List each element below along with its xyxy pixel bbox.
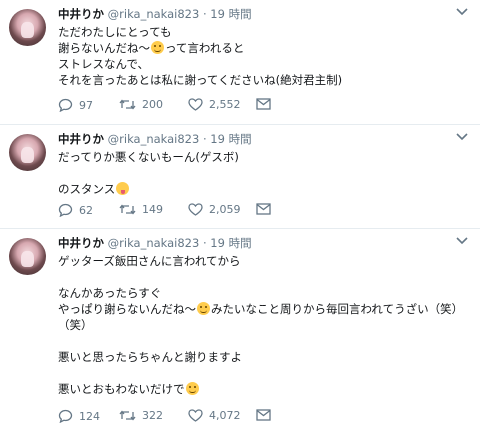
tweet-line: ストレスなんで、 bbox=[58, 57, 149, 71]
tweet-header: 中井りか @rika_nakai823 · 19 時間 bbox=[58, 131, 252, 147]
chevron-down-icon[interactable] bbox=[454, 131, 470, 143]
tweet-line: （笑） bbox=[58, 318, 93, 332]
user-name[interactable]: 中井りか bbox=[58, 236, 104, 250]
retweet-count: 149 bbox=[142, 203, 163, 216]
heart-icon bbox=[188, 98, 203, 111]
tweet-text: ただわたしにとっても 謝らないんだね〜 って言われると ストレスなんで、 それを言… bbox=[58, 24, 342, 88]
reply-icon bbox=[58, 203, 73, 217]
thinking-face-emoji-icon bbox=[151, 41, 164, 54]
tweet-line: ただわたしにとっても bbox=[58, 25, 172, 39]
tweet[interactable]: 中井りか @rika_nakai823 · 19 時間 だってりか悪くないもーん… bbox=[0, 125, 480, 229]
reply-icon bbox=[58, 98, 73, 112]
tweet-line: 悪いとおもわないだけで bbox=[58, 382, 185, 396]
avatar[interactable] bbox=[9, 9, 46, 46]
reply-icon bbox=[58, 409, 73, 423]
tweet-line: やっぱり謝らないんだね〜 bbox=[58, 302, 196, 316]
user-name[interactable]: 中井りか bbox=[58, 7, 104, 21]
like-count: 2,059 bbox=[209, 203, 241, 216]
tweet-line: 謝らないんだね〜 bbox=[58, 41, 150, 55]
reply-button[interactable]: 124 bbox=[58, 409, 100, 423]
avatar[interactable] bbox=[9, 134, 46, 171]
retweet-button[interactable]: 200 bbox=[119, 98, 163, 111]
tweet-text: だってりか悪くないもーん(ゲスボ) のスタンス bbox=[58, 149, 239, 197]
tweet-line: って言われると bbox=[165, 41, 245, 55]
direct-message-button[interactable] bbox=[256, 98, 271, 110]
tweet-line: みたいなこと周りから毎回言われてうざい（笑） bbox=[211, 302, 464, 316]
retweet-count: 200 bbox=[142, 98, 163, 111]
envelope-icon bbox=[256, 203, 271, 215]
envelope-icon bbox=[256, 409, 271, 421]
retweet-icon bbox=[119, 410, 136, 421]
retweet-button[interactable]: 149 bbox=[119, 203, 163, 216]
user-handle[interactable]: @rika_nakai823 bbox=[108, 236, 200, 250]
retweet-count: 322 bbox=[142, 409, 163, 422]
retweet-icon bbox=[119, 99, 136, 110]
separator-dot: · bbox=[202, 236, 207, 250]
tweet-line: だってりか悪くないもーん(ゲスボ) bbox=[58, 150, 239, 164]
like-count: 2,552 bbox=[209, 98, 241, 111]
heart-icon bbox=[188, 409, 203, 422]
tweet-text: ゲッターズ飯田さんに言われてから なんかあったらすぐ やっぱり謝らないんだね〜 み… bbox=[58, 253, 463, 397]
reply-button[interactable]: 97 bbox=[58, 98, 93, 112]
tweet-line: それを言ったあとは私に謝ってくださいね(絶対君主制) bbox=[58, 73, 343, 87]
like-button[interactable]: 4,072 bbox=[188, 409, 241, 422]
tweet[interactable]: 中井りか @rika_nakai823 · 19 時間 ゲッターズ飯田さんに言わ… bbox=[0, 229, 480, 430]
reply-count: 62 bbox=[79, 203, 93, 217]
timestamp[interactable]: 19 時間 bbox=[210, 7, 251, 21]
reply-count: 124 bbox=[79, 409, 100, 423]
separator-dot: · bbox=[202, 7, 207, 21]
user-handle[interactable]: @rika_nakai823 bbox=[108, 7, 200, 21]
like-count: 4,072 bbox=[209, 409, 241, 422]
tweet[interactable]: 中井りか @rika_nakai823 · 19 時間 ただわたしにとっても 謝… bbox=[0, 0, 480, 125]
chevron-down-icon[interactable] bbox=[454, 235, 470, 247]
thinking-face-emoji-icon bbox=[197, 302, 210, 315]
user-name[interactable]: 中井りか bbox=[58, 132, 104, 146]
timestamp[interactable]: 19 時間 bbox=[210, 236, 251, 250]
direct-message-button[interactable] bbox=[256, 409, 271, 421]
tweet-line: のスタンス bbox=[58, 182, 116, 196]
separator-dot: · bbox=[202, 132, 207, 146]
direct-message-button[interactable] bbox=[256, 203, 271, 215]
timestamp[interactable]: 19 時間 bbox=[210, 132, 251, 146]
chevron-down-icon[interactable] bbox=[454, 6, 470, 18]
tweet-line: なんかあったらすぐ bbox=[58, 286, 162, 300]
reply-count: 97 bbox=[79, 98, 93, 112]
tweet-header: 中井りか @rika_nakai823 · 19 時間 bbox=[58, 6, 252, 22]
like-button[interactable]: 2,059 bbox=[188, 203, 241, 216]
user-handle[interactable]: @rika_nakai823 bbox=[108, 132, 200, 146]
retweet-button[interactable]: 322 bbox=[119, 409, 163, 422]
reply-button[interactable]: 62 bbox=[58, 203, 93, 217]
smile-face-emoji-icon bbox=[185, 382, 199, 395]
retweet-icon bbox=[119, 204, 136, 215]
tweet-header: 中井りか @rika_nakai823 · 19 時間 bbox=[58, 235, 252, 251]
tweet-line: ゲッターズ飯田さんに言われてから bbox=[58, 254, 241, 268]
like-button[interactable]: 2,552 bbox=[188, 98, 241, 111]
tweet-line: 悪いと思ったらちゃんと謝りますよ bbox=[58, 350, 242, 364]
tongue-face-emoji-icon bbox=[116, 182, 130, 195]
heart-icon bbox=[188, 203, 203, 216]
avatar[interactable] bbox=[9, 238, 46, 275]
envelope-icon bbox=[256, 98, 271, 110]
